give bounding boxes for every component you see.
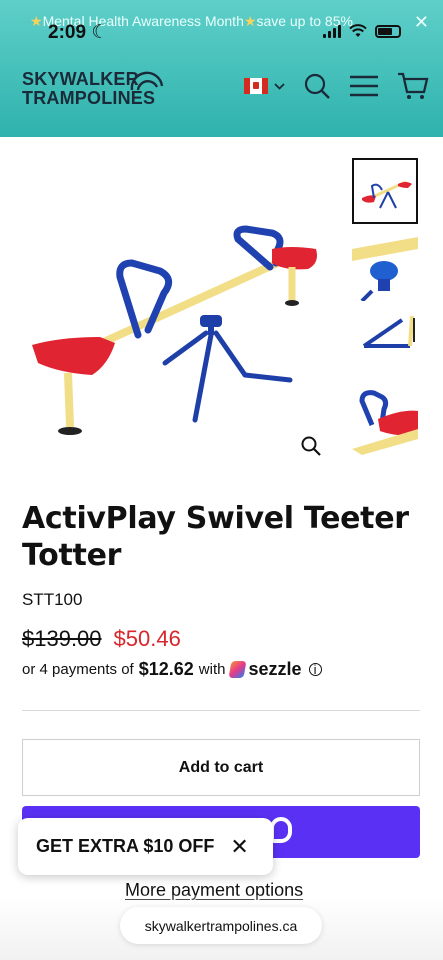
- product-sku: STT100: [22, 590, 83, 609]
- wifi-icon: [349, 24, 367, 37]
- announcement-close-icon[interactable]: ✕: [414, 12, 429, 33]
- star-icon: ★: [30, 13, 43, 29]
- product-main-image[interactable]: [20, 215, 340, 445]
- status-time: 2:09 ☾: [48, 22, 109, 43]
- status-icons: [323, 24, 401, 38]
- canada-flag-icon: [244, 78, 268, 94]
- site-header: ★Mental Health Awareness Month★save up t…: [0, 0, 443, 137]
- thumbnail-item[interactable]: [352, 158, 418, 224]
- battery-icon: [375, 24, 401, 38]
- original-price: $139.00: [22, 626, 102, 651]
- sezzle-logo[interactable]: sezzle: [228, 659, 302, 680]
- installment-with: with: [198, 661, 226, 678]
- add-to-cart-button[interactable]: Add to cart: [22, 739, 420, 796]
- star-icon: ★: [243, 13, 257, 29]
- promo-popup[interactable]: GET EXTRA $10 OFF ✕: [18, 818, 273, 875]
- menu-icon[interactable]: [349, 74, 379, 98]
- promo-close-icon[interactable]: ✕: [230, 834, 248, 860]
- cellular-signal-icon: [323, 24, 341, 38]
- moon-icon: ☾: [91, 22, 109, 43]
- product-title: ActivPlay Swivel Teeter Totter: [22, 501, 409, 573]
- sezzle-label: sezzle: [248, 659, 302, 679]
- thumbnail-item[interactable]: [352, 389, 418, 455]
- country-selector[interactable]: [244, 78, 285, 94]
- thumbnail-item[interactable]: [352, 235, 418, 301]
- divider: [22, 710, 420, 711]
- sezzle-icon: [228, 661, 247, 678]
- installment-info: or 4 payments of $12.62 with sezzle i: [22, 659, 322, 680]
- cart-icon[interactable]: [397, 72, 429, 100]
- brand-logo[interactable]: SKYWALKER TRAMPOLINES: [22, 70, 172, 114]
- installment-amount: $12.62: [138, 659, 194, 679]
- header-actions: [244, 72, 429, 100]
- zoom-icon[interactable]: [300, 435, 322, 457]
- logo-arc-icon: [130, 71, 164, 91]
- sale-price: $50.46: [113, 626, 181, 651]
- browser-url-bar[interactable]: skywalkertrampolines.ca: [120, 907, 322, 944]
- shop-pay-icon: [270, 817, 292, 843]
- promo-text: GET EXTRA $10 OFF: [36, 836, 215, 856]
- price-block: $139.00 $50.46: [22, 626, 181, 652]
- thumbnail-item[interactable]: [352, 312, 418, 378]
- info-icon[interactable]: i: [308, 662, 322, 677]
- search-icon[interactable]: [303, 72, 331, 100]
- thumbnail-list: [352, 158, 422, 466]
- installment-prefix: or 4 payments of: [22, 661, 134, 678]
- chevron-down-icon: [274, 82, 285, 90]
